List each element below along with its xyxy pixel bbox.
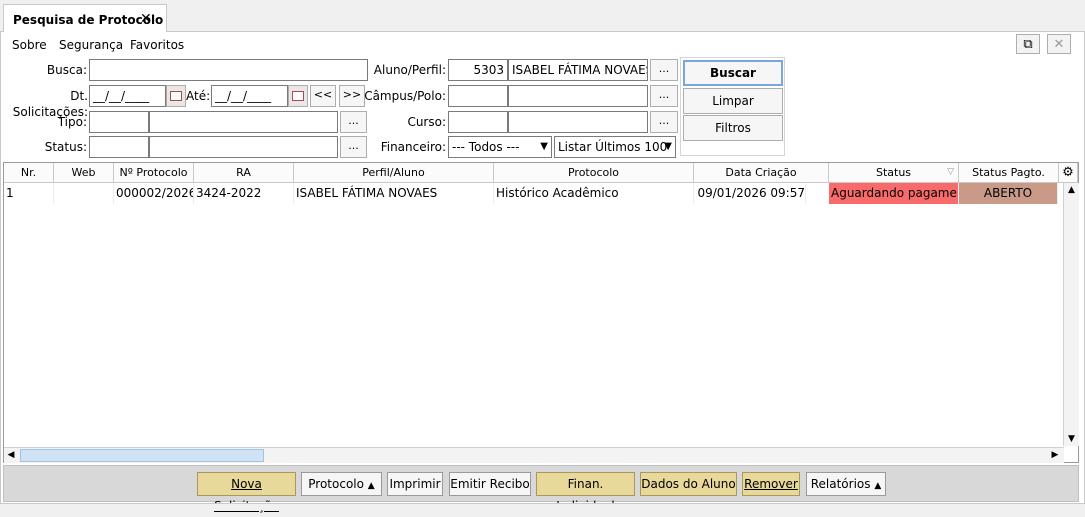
tipo-label: Tipo: xyxy=(57,115,87,129)
chevron-down-icon: ▼ xyxy=(664,141,672,152)
column-header-protocolo[interactable]: Protocolo xyxy=(494,163,694,183)
column-header-web[interactable]: Web xyxy=(54,163,114,183)
column-header-status-pagto[interactable]: Status Pagto. xyxy=(959,163,1059,183)
menu-seguranca[interactable]: Segurança xyxy=(59,38,123,52)
prev-period-button[interactable]: << xyxy=(310,85,336,107)
cell-perfil-aluno[interactable]: ISABEL FÁTIMA NOVAES xyxy=(296,183,494,204)
financeiro-label: Financeiro: xyxy=(380,140,446,154)
listar-value: Listar Últimos 100 xyxy=(558,140,668,154)
cell-status[interactable]: Aguardando pagame... xyxy=(829,183,959,204)
imprimir-button[interactable]: Imprimir xyxy=(387,472,443,496)
busca-label: Busca: xyxy=(46,63,87,77)
curso-desc-input[interactable] xyxy=(508,111,648,133)
cell-nr[interactable]: 1 xyxy=(6,183,54,204)
finan-individual-button[interactable]: Finan. Individual xyxy=(536,472,635,513)
horizontal-scroll-thumb[interactable] xyxy=(20,449,264,462)
cell-ra[interactable]: 3424-2022 xyxy=(196,183,294,204)
aluno-name-input[interactable]: ISABEL FÁTIMA NOVAES xyxy=(508,59,648,81)
status-label: Status: xyxy=(44,140,87,154)
tipo-code-input[interactable] xyxy=(89,111,149,133)
column-header-status[interactable]: Status ▽ xyxy=(829,163,959,183)
curso-label: Curso: xyxy=(407,115,446,129)
scroll-right-icon[interactable]: ▶ xyxy=(1048,448,1062,462)
close-window-button[interactable]: ✕ xyxy=(1047,34,1071,54)
cell-web[interactable] xyxy=(54,183,114,204)
campus-code-input[interactable] xyxy=(448,85,508,107)
curso-code-input[interactable] xyxy=(448,111,508,133)
ate-label: Até: xyxy=(186,89,211,103)
financeiro-value: --- Todos --- xyxy=(452,140,520,154)
column-header-nr-protocolo[interactable]: Nº Protocolo xyxy=(114,163,194,183)
status-code-input[interactable] xyxy=(89,136,149,158)
column-header-data-criacao[interactable]: Data Criação xyxy=(694,163,829,183)
cell-nr-protocolo[interactable]: 000002/2026 xyxy=(116,183,194,204)
chevron-down-icon: ▼ xyxy=(540,141,548,152)
campus-desc-input[interactable] xyxy=(508,85,648,107)
column-header-perfil-aluno[interactable]: Perfil/Aluno xyxy=(294,163,494,183)
filter-icon[interactable]: ▽ xyxy=(947,163,954,182)
scroll-up-icon[interactable]: ▲ xyxy=(1064,183,1079,197)
popout-icon: ⧉ xyxy=(1023,36,1033,52)
emitir-recibo-button[interactable]: Emitir Recibo xyxy=(449,472,531,496)
protocolo-label: Protocolo xyxy=(308,477,364,491)
buscar-button[interactable]: Buscar xyxy=(683,60,783,86)
status-bar xyxy=(0,503,1085,510)
relatorios-menu-button[interactable]: Relatórios ▲ xyxy=(806,472,886,496)
dt-solicitacoes-label: Dt. Solicitações: xyxy=(12,89,88,119)
popout-button[interactable]: ⧉ xyxy=(1016,34,1040,54)
busca-input[interactable] xyxy=(89,59,368,81)
tab-pesquisa-protocolo[interactable]: Pesquisa de Protocolo ✕ xyxy=(3,4,167,33)
calendar-from-icon[interactable] xyxy=(166,85,186,107)
aluno-lookup-button[interactable]: ... xyxy=(650,59,678,81)
vertical-scrollbar[interactable]: ▲ ▼ xyxy=(1063,183,1079,446)
calendar-to-icon[interactable] xyxy=(288,85,308,107)
listar-select[interactable]: Listar Últimos 100 ▼ xyxy=(554,136,676,158)
column-header-status-label: Status xyxy=(875,166,912,179)
scroll-left-icon[interactable]: ◀ xyxy=(4,448,18,462)
nova-solicitacao-button[interactable]: Nova Solicitação xyxy=(197,472,296,513)
horizontal-scrollbar[interactable]: ◀ ▶ xyxy=(4,447,1064,463)
cell-data-criacao[interactable]: 09/01/2026 09:57 xyxy=(694,183,806,204)
column-header-nr[interactable]: Nr. xyxy=(4,163,54,183)
column-header-ra[interactable]: RA xyxy=(194,163,294,183)
relatorios-label: Relatórios xyxy=(810,477,871,491)
date-from-input[interactable]: __/__/____ xyxy=(89,85,166,107)
campus-lookup-button[interactable]: ... xyxy=(650,85,678,107)
close-tab-icon[interactable]: ✕ xyxy=(140,11,152,27)
scroll-down-icon[interactable]: ▼ xyxy=(1064,432,1079,446)
results-table xyxy=(3,162,1079,463)
menu-favoritos[interactable]: Favoritos xyxy=(130,38,184,52)
close-icon: ✕ xyxy=(1053,36,1065,52)
gear-icon[interactable]: ⚙ xyxy=(1059,163,1078,183)
status-desc-input[interactable] xyxy=(149,136,338,158)
tipo-desc-input[interactable] xyxy=(149,111,338,133)
dados-do-aluno-button[interactable]: Dados do Aluno xyxy=(640,472,737,496)
aluno-perfil-label: Aluno/Perfil: xyxy=(373,63,446,77)
aluno-code-input[interactable]: 5303 xyxy=(448,59,508,81)
financeiro-select[interactable]: --- Todos --- ▼ xyxy=(448,136,552,158)
cell-protocolo[interactable]: Histórico Acadêmico xyxy=(496,183,694,204)
protocolo-menu-button[interactable]: Protocolo ▲ xyxy=(301,472,382,496)
curso-lookup-button[interactable]: ... xyxy=(650,111,678,133)
chevron-up-icon: ▲ xyxy=(367,481,375,491)
remover-button[interactable]: Remover xyxy=(742,472,800,496)
campus-polo-label: Câmpus/Polo: xyxy=(364,89,446,103)
date-to-input[interactable]: __/__/____ xyxy=(211,85,288,107)
cell-status-pagto[interactable]: ABERTO xyxy=(959,183,1058,204)
chevron-up-icon: ▲ xyxy=(874,481,882,491)
limpar-button[interactable]: Limpar xyxy=(683,88,783,114)
menu-sobre[interactable]: Sobre xyxy=(12,38,47,52)
filtros-button[interactable]: Filtros xyxy=(683,115,783,141)
